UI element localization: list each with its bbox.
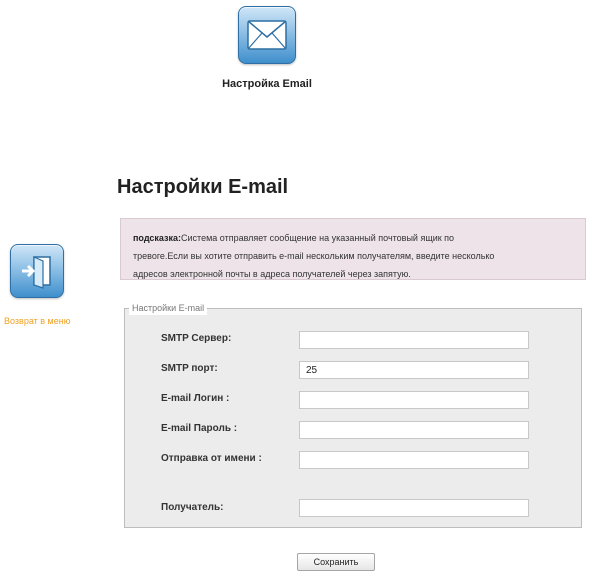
email-password-label: E-mail Пароль : <box>161 423 238 434</box>
hint-line-1: подсказка:Система отправляет сообщение н… <box>133 229 573 247</box>
email-password-input[interactable] <box>299 421 529 439</box>
recipient-label: Получатель: <box>161 502 224 513</box>
fieldset-legend: Настройки E-mail <box>129 302 208 315</box>
sender-name-input[interactable] <box>299 451 529 469</box>
hint-line-3: адресов электронной почты в адреса получ… <box>133 269 411 279</box>
hint-text-1: Система отправляет сообщение на указанны… <box>181 233 455 243</box>
back-to-menu[interactable]: Возврат в меню <box>4 244 94 326</box>
email-settings-tile[interactable]: Настройка Email <box>217 6 317 90</box>
hint-line-2: тревоге.Если вы хотите отправить e-mail … <box>133 251 495 261</box>
save-button[interactable]: Сохранить <box>297 553 375 571</box>
email-login-input[interactable] <box>299 391 529 409</box>
page-title: Настройки E-mail <box>117 176 289 198</box>
back-to-menu-label[interactable]: Возврат в меню <box>4 316 94 326</box>
smtp-server-input[interactable] <box>299 331 529 349</box>
smtp-port-label: SMTP порт: <box>161 363 218 374</box>
sender-name-label: Отправка от имени : <box>161 453 262 464</box>
envelope-icon[interactable] <box>238 6 296 64</box>
email-settings-fieldset: Настройки E-mail SMTP Сервер: SMTP порт:… <box>124 302 582 528</box>
hint-box: подсказка:Система отправляет сообщение н… <box>120 218 586 280</box>
hint-label: подсказка: <box>133 233 182 243</box>
smtp-server-label: SMTP Сервер: <box>161 333 232 344</box>
smtp-port-input[interactable] <box>299 361 529 379</box>
recipient-input[interactable] <box>299 499 529 517</box>
exit-door-icon[interactable] <box>10 244 64 298</box>
email-login-label: E-mail Логин : <box>161 393 230 404</box>
email-settings-label[interactable]: Настройка Email <box>217 78 317 90</box>
